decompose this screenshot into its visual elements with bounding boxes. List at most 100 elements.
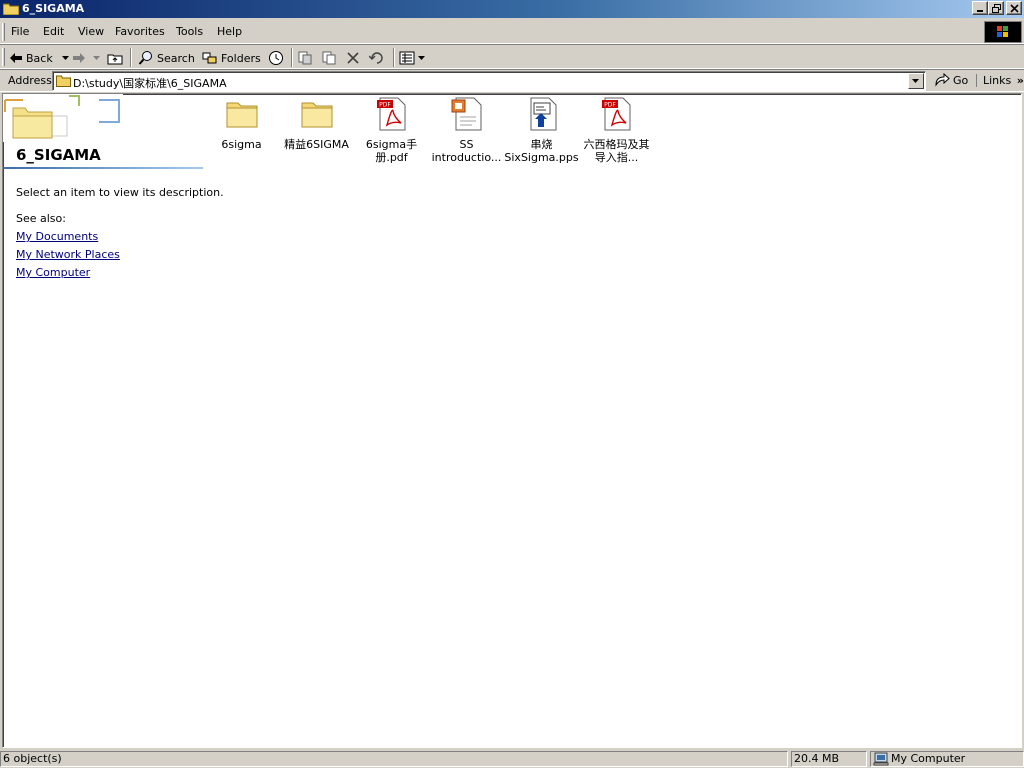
title-bar: 6_SIGAMA (0, 0, 1024, 18)
file-item[interactable]: 精益6SIGMA (279, 97, 354, 151)
file-name: 6sigma手册.pdf (365, 138, 418, 164)
history-icon (269, 51, 283, 65)
menu-view[interactable]: View (78, 25, 104, 38)
search-icon (138, 51, 152, 65)
file-item[interactable]: SS introductio... (429, 97, 504, 164)
toolbar-separator (291, 48, 293, 67)
undo-icon (369, 52, 383, 64)
delete-button[interactable] (346, 48, 360, 68)
link-my-documents[interactable]: My Documents (16, 230, 98, 243)
chevron-right-icon: » (1016, 74, 1024, 87)
minimize-icon (977, 10, 983, 12)
copy-to-button[interactable] (321, 48, 337, 68)
go-arrow-icon (935, 73, 950, 87)
address-dropdown-button[interactable] (908, 73, 924, 89)
powerpoint-file-icon (451, 97, 481, 131)
close-button[interactable] (1006, 1, 1022, 15)
menu-file[interactable]: File (11, 25, 29, 38)
title-divider (3, 167, 203, 169)
chevron-down-icon (912, 79, 919, 83)
up-folder-icon (107, 54, 123, 65)
status-zone-label: My Computer (891, 752, 966, 765)
file-item[interactable]: PDF 六西格玛及其导入指... (579, 97, 654, 164)
copy-to-icon (322, 51, 336, 65)
address-label: Address (8, 74, 52, 87)
my-computer-icon (873, 752, 889, 766)
folders-icon (202, 52, 217, 64)
restore-button[interactable] (988, 1, 1004, 15)
menu-favorites[interactable]: Favorites (115, 25, 165, 38)
menu-grip[interactable] (2, 23, 5, 41)
go-label: Go (953, 73, 969, 87)
menu-tools[interactable]: Tools (176, 25, 203, 38)
svg-text:PDF: PDF (379, 102, 391, 109)
toolbar-separator (130, 48, 132, 67)
status-zone: My Computer (870, 751, 1024, 767)
folder-banner-icon (3, 94, 123, 142)
svg-text:PDF: PDF (604, 102, 616, 109)
undo-button[interactable] (369, 48, 385, 68)
folder-title: 6_SIGAMA (16, 146, 101, 164)
toolbar-grip[interactable] (2, 48, 5, 66)
move-to-icon (298, 51, 312, 65)
views-icon (399, 51, 415, 65)
file-item[interactable]: PDF 6sigma手册.pdf (354, 97, 429, 164)
folders-button[interactable]: Folders (202, 48, 261, 68)
address-value: D:\study\国家标准\6_SIGAMA (73, 77, 227, 90)
views-button[interactable] (399, 48, 426, 68)
file-name: 精益6SIGMA (284, 138, 349, 151)
close-icon (1010, 4, 1019, 13)
toolbar-separator (393, 48, 395, 67)
pdf-file-icon: PDF (376, 97, 405, 131)
folder-icon (301, 102, 332, 128)
status-size: 20.4 MB (791, 751, 867, 767)
chevron-down-icon (61, 56, 69, 60)
menu-edit[interactable]: Edit (43, 25, 64, 38)
folder-icon (3, 3, 19, 15)
move-to-button[interactable] (297, 48, 313, 68)
back-arrow-icon (10, 53, 22, 63)
chevron-down-icon (418, 56, 425, 60)
search-label: Search (157, 51, 195, 65)
link-my-network-places[interactable]: My Network Places (16, 248, 120, 261)
slideshow-file-icon (530, 97, 556, 131)
folders-label: Folders (221, 51, 261, 65)
selection-description: Select an item to view its description. (16, 186, 224, 199)
file-item[interactable]: 串烧 SixSigma.pps (504, 97, 579, 164)
search-button[interactable]: Search (138, 48, 195, 68)
chevron-down-icon (93, 56, 100, 60)
up-folder-button[interactable] (107, 48, 123, 68)
links-label: Links (983, 74, 1012, 87)
standard-toolbar: Back Search Folders (0, 44, 1024, 69)
pdf-file-icon: PDF (601, 97, 630, 131)
file-name: 六西格玛及其导入指... (583, 138, 650, 164)
file-name: 串烧 SixSigma.pps (504, 138, 579, 164)
delete-icon (347, 52, 359, 64)
address-bar: Address D:\study\国家标准\6_SIGAMA Go Links … (0, 69, 1024, 92)
back-label: Back (26, 51, 53, 65)
link-my-computer[interactable]: My Computer (16, 266, 90, 279)
folder-view: 6_SIGAMA Select an item to view its desc… (2, 93, 1022, 748)
status-object-count: 6 object(s) (0, 751, 788, 767)
file-name: SS introductio... (431, 138, 502, 164)
windows-flag-icon (997, 26, 1008, 37)
restore-icon (992, 4, 1001, 13)
back-button[interactable]: Back (9, 48, 70, 68)
menu-help[interactable]: Help (217, 25, 242, 38)
minimize-button[interactable] (972, 1, 988, 15)
forward-arrow-icon (73, 53, 85, 63)
address-input[interactable]: D:\study\国家标准\6_SIGAMA (52, 71, 926, 91)
status-bar: 6 object(s) 20.4 MB My Computer (0, 750, 1024, 768)
menu-bar: File Edit View Favorites Tools Help (0, 20, 1024, 44)
go-button[interactable]: Go (934, 73, 968, 87)
forward-button[interactable] (72, 48, 101, 68)
folder-icon (56, 75, 71, 87)
folder-icon (226, 102, 257, 128)
see-also-label: See also: (16, 212, 66, 225)
windows-logo (984, 21, 1022, 43)
links-button[interactable]: Links » (976, 74, 1024, 87)
history-button[interactable] (268, 48, 284, 68)
window-title: 6_SIGAMA (22, 2, 85, 15)
file-item[interactable]: 6sigma (204, 97, 279, 151)
file-name: 6sigma (221, 138, 262, 151)
